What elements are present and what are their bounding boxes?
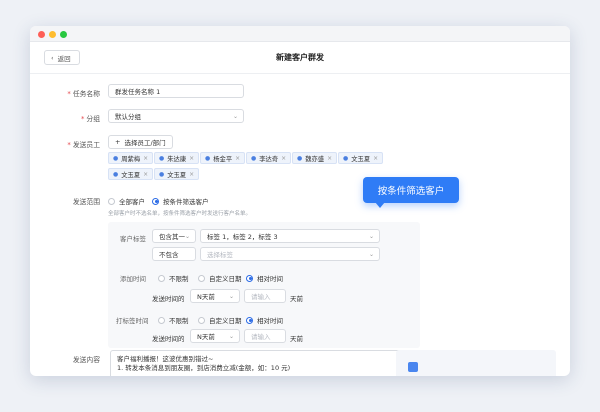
staff-tag: ● 魏亦盛 ×: [292, 152, 338, 164]
include-tags-select[interactable]: 标签 1，标签 2，标签 3 ⌄: [200, 229, 380, 243]
include-mode-select[interactable]: 包含其一 ⌄: [152, 229, 196, 243]
add-time-label: 添加时间: [120, 275, 146, 283]
filter-panel: 客户标签 包含其一 ⌄ 标签 1，标签 2，标签 3 ⌄ 不包含 选择标签 ⌄ …: [108, 222, 420, 348]
chevron-down-icon: ⌄: [184, 233, 190, 240]
scope-hint: 全部客户时不选名单，按条件筛选客户时发送行客户名单。: [108, 211, 252, 217]
add-time-unlimited[interactable]: 不限制: [158, 273, 189, 283]
filter-callout: 按条件筛选客户: [363, 177, 459, 208]
add-time-suffix: 天前: [290, 295, 303, 303]
radio-icon: [198, 316, 205, 324]
required-mark: *: [67, 141, 71, 149]
group-label: * 分组: [81, 115, 100, 123]
radio-selected-icon: [246, 316, 253, 324]
add-time-relative[interactable]: 相对时间: [246, 273, 283, 283]
content-label: 发送内容: [72, 356, 100, 364]
required-mark: *: [67, 90, 71, 98]
maximize-window-button[interactable]: [60, 31, 67, 38]
tag-time-send-label: 发送时间的: [152, 335, 185, 343]
content-textarea[interactable]: 客户福利播报！这波优惠别错过~ 1. 转发本条消息到朋友圈，到店消费立减(金额，…: [110, 350, 418, 376]
add-time-days-select[interactable]: N天前 ⌄: [190, 289, 240, 303]
remove-tag-icon[interactable]: ×: [235, 155, 240, 162]
group-select[interactable]: 默认分组 ⌄: [108, 109, 244, 123]
tag-time-suffix: 天前: [290, 335, 303, 343]
content-line-2: 1. 转发本条消息到朋友圈，到店消费立减(金额，如：10 元): [117, 364, 291, 372]
chevron-down-icon: ⌄: [228, 293, 234, 300]
staff-tag: ● 李达奇 ×: [246, 152, 292, 164]
person-icon: ●: [159, 170, 165, 178]
tag-time-label: 打标签时间: [116, 317, 149, 325]
person-icon: ●: [113, 154, 119, 162]
radio-icon: [198, 274, 205, 282]
select-staff-button[interactable]: + 选择员工/部门: [108, 135, 173, 149]
minimize-window-button[interactable]: [49, 31, 56, 38]
chevron-down-icon: ⌄: [232, 113, 238, 120]
radio-selected-icon: [152, 197, 159, 205]
remove-tag-icon[interactable]: ×: [189, 171, 194, 178]
add-time-custom-date[interactable]: 自定义日期: [198, 273, 242, 283]
staff-tag: ● 文玉夏 ×: [338, 152, 384, 164]
person-icon: ●: [159, 154, 165, 162]
customer-tag-label: 客户标签: [120, 235, 146, 243]
remove-tag-icon[interactable]: ×: [143, 155, 148, 162]
remove-tag-icon[interactable]: ×: [143, 171, 148, 178]
close-window-button[interactable]: [38, 31, 45, 38]
radio-icon: [158, 316, 165, 324]
staff-label: * 发送员工: [67, 141, 100, 149]
staff-tag: ● 周紫梅 ×: [108, 152, 154, 164]
radio-icon: [108, 197, 115, 205]
remove-tag-icon[interactable]: ×: [189, 155, 194, 162]
remove-tag-icon[interactable]: ×: [281, 155, 286, 162]
chevron-down-icon: ⌄: [228, 333, 234, 340]
task-name-input[interactable]: 群发任务名称 1: [108, 84, 244, 98]
preview-card: [396, 350, 556, 376]
person-icon: ●: [297, 154, 303, 162]
radio-filter-customers[interactable]: 按条件筛选客户: [152, 196, 209, 206]
page-title: 新建客户群发: [276, 53, 324, 62]
person-icon: ●: [251, 154, 257, 162]
add-time-days-input[interactable]: 请输入: [244, 289, 286, 303]
remove-tag-icon[interactable]: ×: [327, 155, 332, 162]
staff-tag: ● 朱达康 ×: [154, 152, 200, 164]
scope-label: 发送范围: [72, 198, 100, 206]
content-line-1: 客户福利播报！这波优惠别错过~: [117, 355, 214, 363]
required-mark: *: [81, 115, 85, 123]
radio-icon: [158, 274, 165, 282]
exclude-tags-select[interactable]: 选择标签 ⌄: [200, 247, 380, 261]
person-icon: ●: [113, 170, 119, 178]
radio-selected-icon: [246, 274, 253, 282]
tag-time-unlimited[interactable]: 不限制: [158, 315, 189, 325]
task-name-label: * 任务名称: [67, 90, 100, 98]
exclude-mode-select[interactable]: 不包含: [152, 247, 196, 261]
person-icon: ●: [343, 154, 349, 162]
tag-time-days-input[interactable]: 请输入: [244, 329, 286, 343]
app-window: ‹ 返回 新建客户群发 * 任务名称 群发任务名称 1 * 分组 默认分组 ⌄ * 发…: [30, 26, 570, 376]
remove-tag-icon[interactable]: ×: [373, 155, 378, 162]
page-header: ‹ 返回 新建客户群发: [30, 42, 570, 74]
chevron-down-icon: ⌄: [368, 233, 374, 240]
window-titlebar: [30, 26, 570, 42]
preview-icon: [408, 362, 418, 372]
chevron-down-icon: ⌄: [368, 251, 374, 258]
radio-all-customers[interactable]: 全部客户: [108, 196, 145, 206]
staff-tag: ● 文玉夏 ×: [154, 168, 200, 180]
person-icon: ●: [205, 154, 211, 162]
staff-tag: ● 文玉夏 ×: [108, 168, 154, 180]
staff-tag: ● 杨金平 ×: [200, 152, 246, 164]
tag-time-relative[interactable]: 相对时间: [246, 315, 283, 325]
add-time-send-label: 发送时间的: [152, 295, 185, 303]
tag-time-days-select[interactable]: N天前 ⌄: [190, 329, 240, 343]
plus-icon: +: [115, 138, 121, 146]
tag-time-custom-date[interactable]: 自定义日期: [198, 315, 242, 325]
